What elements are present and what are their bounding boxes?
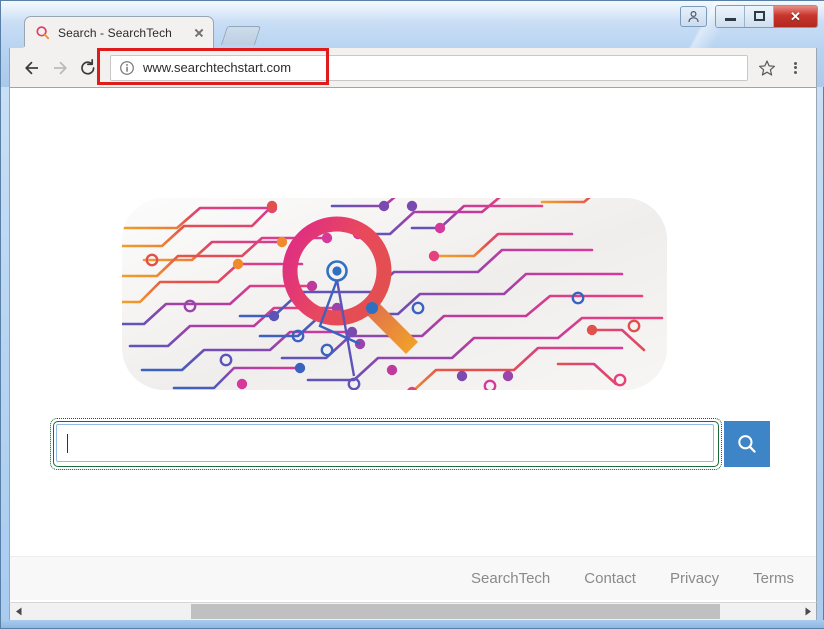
- footer-link-searchtech[interactable]: SearchTech: [471, 570, 550, 587]
- tab-strip: Search - SearchTech ✕: [2, 2, 824, 48]
- url-bar-wrapper: www.searchtechstart.com: [110, 54, 748, 81]
- tab-title: Search - SearchTech: [58, 25, 172, 40]
- forward-arrow-icon: [46, 54, 74, 82]
- footer-link-terms[interactable]: Terms: [753, 570, 794, 587]
- new-tab-button[interactable]: [220, 26, 262, 45]
- search-icon: [738, 435, 756, 453]
- close-icon[interactable]: [191, 25, 207, 41]
- search-area: [50, 418, 772, 470]
- back-arrow-icon[interactable]: [18, 54, 46, 82]
- browser-window: Search - SearchTech ✕ www.searchtechstar…: [0, 0, 824, 629]
- window-frame-bottom-edge: [1, 620, 824, 628]
- horizontal-scroll-thumb[interactable]: [191, 604, 720, 619]
- scroll-right-arrow-icon[interactable]: [799, 603, 816, 620]
- reload-icon[interactable]: [74, 54, 102, 82]
- footer-link-contact[interactable]: Contact: [584, 570, 636, 587]
- maximize-icon: [753, 11, 765, 21]
- menu-dot: [793, 61, 797, 65]
- toolbar-right-group: [754, 55, 808, 81]
- browser-toolbar: www.searchtechstart.com: [9, 48, 817, 88]
- search-input[interactable]: [68, 425, 703, 461]
- menu-dot: [793, 70, 797, 74]
- scroll-track[interactable]: [27, 603, 799, 620]
- search-input-box[interactable]: [56, 424, 714, 462]
- footer-link-privacy[interactable]: Privacy: [670, 570, 719, 587]
- browser-tab-search-searchtech[interactable]: Search - SearchTech: [24, 16, 214, 48]
- window-controls: ✕: [680, 4, 818, 28]
- page-content: SearchTech Contact Privacy Terms: [10, 88, 816, 600]
- minimize-icon: [724, 17, 736, 21]
- magnifier-icon: [35, 25, 51, 41]
- page-viewport: SearchTech Contact Privacy Terms: [9, 88, 817, 602]
- star-icon[interactable]: [754, 55, 780, 81]
- close-window-icon: ✕: [790, 8, 801, 24]
- url-text: www.searchtechstart.com: [143, 60, 292, 75]
- close-window-button[interactable]: ✕: [774, 5, 817, 27]
- maximize-button[interactable]: [745, 5, 774, 27]
- scroll-left-arrow-icon[interactable]: [10, 603, 27, 620]
- window-button-group: ✕: [715, 4, 818, 28]
- page-footer: SearchTech Contact Privacy Terms: [10, 556, 816, 600]
- horizontal-scrollbar[interactable]: [9, 602, 817, 621]
- info-circle-icon[interactable]: [119, 60, 135, 76]
- search-submit-button[interactable]: [724, 421, 770, 467]
- three-dot-menu-icon[interactable]: [782, 55, 808, 81]
- hero-banner: [122, 198, 667, 390]
- user-avatar-icon[interactable]: [680, 5, 707, 27]
- circuit-board-magnifier-graphic: [122, 198, 667, 390]
- minimize-button[interactable]: [716, 5, 745, 27]
- url-bar[interactable]: www.searchtechstart.com: [110, 54, 748, 81]
- menu-dot: [793, 66, 797, 69]
